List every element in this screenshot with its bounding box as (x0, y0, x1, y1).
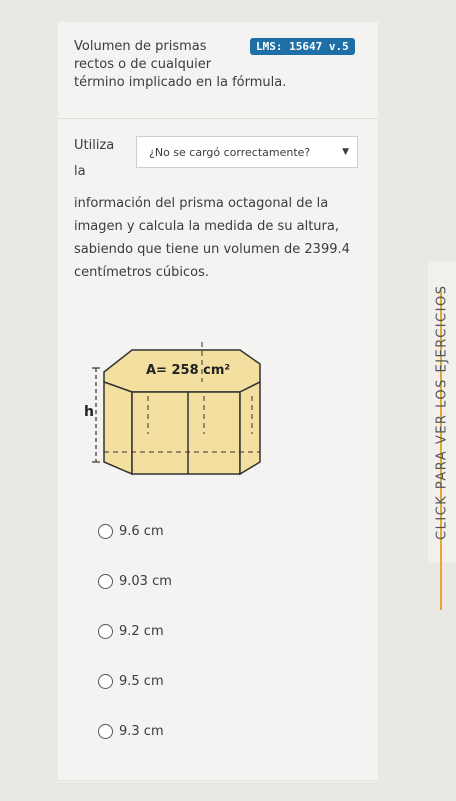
option-4[interactable]: 9.5 cm (98, 656, 172, 706)
side-tab-label[interactable]: CLICK PARA VER LOS EJERCICIOS (428, 262, 456, 562)
option-5[interactable]: 9.3 cm (98, 706, 172, 756)
option-label: 9.03 cm (119, 573, 172, 589)
option-2[interactable]: 9.03 cm (98, 556, 172, 606)
radio-button[interactable] (98, 623, 113, 639)
radio-button[interactable] (98, 523, 113, 539)
footer-divider (58, 780, 378, 781)
prompt-utiliza: Utiliza (74, 138, 115, 153)
option-label: 9.2 cm (119, 623, 164, 639)
load-issue-dropdown[interactable]: ¿No se cargó correctamente? ▼ (136, 136, 358, 168)
header-divider (58, 118, 378, 119)
option-3[interactable]: 9.2 cm (98, 606, 172, 656)
title-line-3: término implicado en la fórmula. (74, 75, 287, 90)
chevron-down-icon: ▼ (342, 147, 349, 157)
area-label: A= 258 cm² (146, 363, 230, 378)
height-label: h (84, 404, 94, 420)
option-1[interactable]: 9.6 cm (98, 506, 172, 556)
octagonal-prism-figure: h A= 258 cm² (84, 342, 261, 476)
answer-options: 9.6 cm 9.03 cm 9.2 cm 9.5 cm 9.3 cm (98, 506, 172, 756)
question-text: información del prisma octagonal de la i… (74, 196, 350, 280)
lms-badge: LMS: 15647 v.5 (250, 38, 355, 55)
dropdown-label: ¿No se cargó correctamente? (149, 145, 311, 159)
option-label: 9.6 cm (119, 523, 164, 539)
radio-button[interactable] (98, 673, 113, 689)
option-label: 9.5 cm (119, 673, 164, 689)
option-label: 9.3 cm (119, 723, 164, 739)
title-line-2: rectos o de cualquier (74, 57, 212, 72)
prompt-la: la (74, 164, 86, 179)
radio-button[interactable] (98, 573, 113, 589)
radio-button[interactable] (98, 723, 113, 739)
